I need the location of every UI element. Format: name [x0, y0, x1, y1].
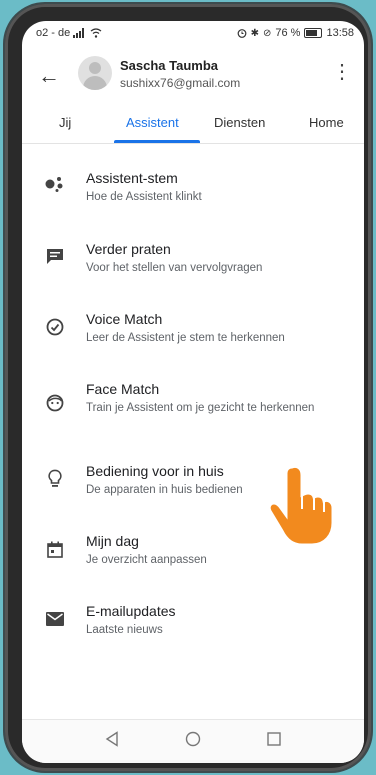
system-nav-bar — [22, 719, 364, 763]
tab-jij[interactable]: Jij — [59, 115, 71, 130]
account-header: ← Sascha Taumba sushixx76@gmail.com ⋮ — [22, 47, 364, 105]
back-triangle-icon[interactable] — [105, 731, 119, 752]
status-bar: o2 - de ✱ ⊘ 76 % 13:58 — [22, 21, 364, 45]
chat-bubble-icon — [44, 246, 66, 268]
tab-home[interactable]: Home — [309, 115, 344, 130]
item-title: E-mailupdates — [86, 603, 176, 619]
item-title: Mijn dag — [86, 533, 139, 549]
clock: 13:58 — [326, 27, 354, 39]
pointing-hand-icon — [267, 464, 335, 547]
list-item-e-mailupdates[interactable]: E-mailupdates Laatste nieuws — [22, 598, 364, 648]
item-subtitle: Voor het stellen van vervolgvragen — [86, 262, 263, 274]
list-item-assistent-stem[interactable]: Assistent-stem Hoe de Assistent klinkt — [22, 166, 364, 216]
recents-square-icon[interactable] — [267, 732, 281, 751]
phone-frame: o2 - de ✱ ⊘ 76 % 13:58 ← Sascha Taumba s… — [5, 4, 371, 771]
item-title: Voice Match — [86, 311, 163, 327]
face-icon — [44, 392, 66, 414]
arrow-back-icon[interactable]: ← — [38, 63, 60, 89]
battery-percent: 76 % — [275, 27, 301, 39]
item-subtitle: Je overzicht aanpassen — [86, 554, 207, 566]
list-item-verder-praten[interactable]: Verder praten Voor het stellen van vervo… — [22, 236, 364, 286]
battery-icon — [304, 28, 323, 38]
item-subtitle: Laatste nieuws — [86, 624, 163, 636]
item-subtitle: Leer de Assistent je stem te herkennen — [86, 332, 285, 344]
mail-icon — [44, 608, 66, 630]
active-tab-indicator — [114, 140, 200, 143]
account-name: Sascha Taumba — [120, 58, 219, 73]
home-circle-icon[interactable] — [185, 731, 201, 752]
item-subtitle: Train je Assistent om je gezicht te herk… — [86, 402, 315, 414]
list-item-voice-match[interactable]: Voice Match Leer de Assistent je stem te… — [22, 306, 364, 356]
more-vert-icon[interactable]: ⋮ — [332, 59, 352, 84]
carrier-label: o2 - de — [36, 27, 71, 39]
item-title: Assistent-stem — [86, 170, 178, 186]
calendar-icon — [44, 538, 66, 560]
account-email: sushixx76@gmail.com — [120, 76, 241, 90]
alarm-icon — [237, 29, 247, 38]
bluetooth-icon: ✱ — [250, 27, 259, 39]
wifi-icon — [90, 28, 102, 38]
item-title: Bediening voor in huis — [86, 463, 224, 479]
assistant-dots-icon — [44, 173, 66, 195]
list-item-face-match[interactable]: Face Match Train je Assistent om je gezi… — [22, 376, 364, 436]
item-subtitle: Hoe de Assistent klinkt — [86, 191, 202, 203]
tab-assistent[interactable]: Assistent — [126, 115, 179, 130]
avatar[interactable] — [78, 56, 112, 90]
mute-icon: ⊘ — [263, 27, 272, 39]
lightbulb-icon — [44, 468, 66, 490]
tab-bar: Jij Assistent Diensten Home — [22, 105, 364, 144]
screen: o2 - de ✱ ⊘ 76 % 13:58 ← Sascha Taumba s… — [22, 21, 364, 763]
check-circle-icon — [44, 316, 66, 338]
tab-diensten[interactable]: Diensten — [214, 115, 265, 130]
item-title: Face Match — [86, 381, 160, 397]
signal-icon — [73, 28, 85, 38]
item-title: Verder praten — [86, 241, 171, 257]
